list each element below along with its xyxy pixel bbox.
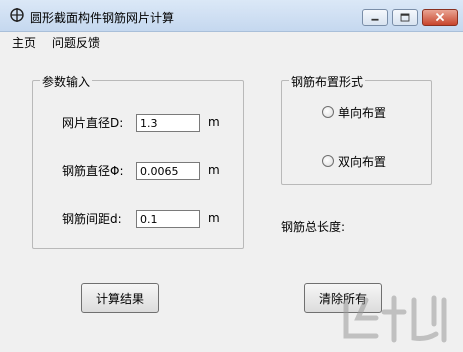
mesh-diameter-label: 网片直径D:: [62, 116, 124, 130]
radio-single-direction[interactable]: [322, 106, 334, 118]
bar-spacing-unit: m: [208, 211, 220, 225]
menu-item-feedback[interactable]: 问题反馈: [52, 34, 100, 51]
mesh-diameter-unit: m: [208, 115, 220, 129]
menu-bar: 主页 问题反馈: [0, 32, 463, 52]
close-icon: [435, 12, 445, 22]
watermark-logo: [343, 295, 447, 343]
title-bar: 圆形截面构件钢筋网片计算: [0, 0, 463, 32]
app-icon: [10, 8, 24, 22]
menu-item-home[interactable]: 主页: [12, 34, 36, 51]
bar-spacing-label: 钢筋间距d:: [62, 212, 122, 226]
maximize-button[interactable]: [392, 9, 418, 26]
mesh-diameter-input[interactable]: [136, 114, 200, 132]
bar-diameter-label: 钢筋直径Φ:: [62, 164, 124, 178]
bar-spacing-input[interactable]: [136, 210, 200, 228]
radio-double-direction-label[interactable]: 双向布置: [338, 153, 386, 170]
bar-diameter-input[interactable]: [136, 162, 200, 180]
radio-double-direction[interactable]: [322, 155, 334, 167]
close-button[interactable]: [422, 9, 458, 26]
layout-group-title: 钢筋布置形式: [289, 73, 366, 90]
radio-single-direction-label[interactable]: 单向布置: [338, 104, 386, 121]
total-length-label: 钢筋总长度:: [281, 220, 346, 234]
minimize-icon: [371, 18, 379, 21]
params-group-title: 参数输入: [40, 73, 93, 90]
window-title: 圆形截面构件钢筋网片计算: [30, 11, 175, 25]
calculate-button[interactable]: 计算结果: [81, 283, 159, 313]
maximize-icon: [400, 13, 410, 22]
minimize-button[interactable]: [362, 9, 388, 26]
bar-diameter-unit: m: [208, 163, 220, 177]
